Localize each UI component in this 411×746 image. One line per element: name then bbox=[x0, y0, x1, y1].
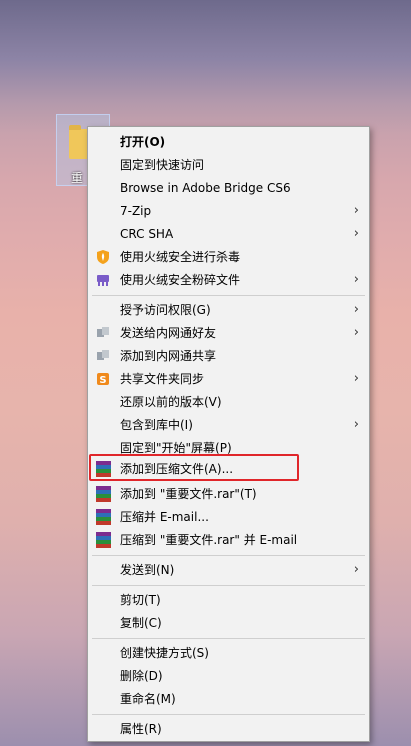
menu-item-create-shortcut[interactable]: 创建快捷方式(S) bbox=[88, 642, 369, 664]
menu-item-compress-email[interactable]: 压缩并 E-mail... bbox=[88, 506, 369, 528]
menu-item-label: 7-Zip bbox=[120, 204, 152, 218]
chevron-right-icon: › bbox=[353, 272, 359, 287]
highlight-box bbox=[89, 454, 299, 481]
menu-item-delete[interactable]: 删除(D) bbox=[88, 665, 369, 687]
menu-item-label: 还原以前的版本(V) bbox=[120, 395, 222, 409]
menu-item-label: 创建快捷方式(S) bbox=[120, 646, 209, 660]
menu-item-label: 重命名(M) bbox=[120, 692, 176, 706]
menu-item-label: 固定到快速访问 bbox=[120, 158, 205, 172]
menu-item-copy[interactable]: 复制(C) bbox=[88, 612, 369, 634]
chevron-right-icon: › bbox=[353, 371, 359, 386]
menu-item-huorong-scan[interactable]: 使用火绒安全进行杀毒 bbox=[88, 246, 369, 268]
menu-item-label: 压缩并 E-mail... bbox=[120, 510, 209, 524]
menu-separator bbox=[92, 638, 365, 639]
menu-item-label: 添加到内网通共享 bbox=[120, 349, 217, 363]
winrar-icon bbox=[96, 486, 111, 502]
menu-item-send-to[interactable]: 发送到(N) › bbox=[88, 559, 369, 581]
menu-item-label: 发送到(N) bbox=[120, 563, 175, 577]
menu-item-huorong-shred[interactable]: 使用火绒安全粉碎文件 › bbox=[88, 269, 369, 291]
menu-item-label: 包含到库中(I) bbox=[120, 418, 193, 432]
shredder-icon bbox=[97, 275, 109, 286]
intranet-icon bbox=[97, 350, 109, 360]
menu-item-properties[interactable]: 属性(R) bbox=[88, 718, 369, 740]
menu-separator bbox=[92, 585, 365, 586]
menu-item-7zip[interactable]: 7-Zip › bbox=[88, 200, 369, 222]
winrar-icon bbox=[96, 509, 111, 525]
menu-item-label: 属性(R) bbox=[120, 722, 162, 736]
menu-item-label: 使用火绒安全进行杀毒 bbox=[120, 250, 241, 264]
svg-text:S: S bbox=[99, 375, 106, 386]
menu-item-label: 打开(O) bbox=[120, 135, 166, 149]
menu-item-label: 授予访问权限(G) bbox=[120, 303, 211, 317]
menu-item-label: 添加到 "重要文件.rar"(T) bbox=[120, 487, 257, 501]
winrar-icon bbox=[96, 532, 111, 548]
chevron-right-icon: › bbox=[353, 203, 359, 218]
menu-item-pin-quick-access[interactable]: 固定到快速访问 bbox=[88, 154, 369, 176]
menu-item-rename[interactable]: 重命名(M) bbox=[88, 688, 369, 710]
menu-item-add-intranet-share[interactable]: 添加到内网通共享 bbox=[88, 345, 369, 367]
menu-item-grant-access[interactable]: 授予访问权限(G) › bbox=[88, 299, 369, 321]
menu-separator bbox=[92, 295, 365, 296]
menu-item-label: 复制(C) bbox=[120, 616, 162, 630]
menu-item-label: 共享文件夹同步 bbox=[120, 372, 205, 386]
menu-item-add-to-rar[interactable]: 添加到 "重要文件.rar"(T) bbox=[88, 483, 369, 505]
chevron-right-icon: › bbox=[353, 562, 359, 577]
chevron-right-icon: › bbox=[353, 417, 359, 432]
chevron-right-icon: › bbox=[353, 325, 359, 340]
chevron-right-icon: › bbox=[353, 226, 359, 241]
menu-separator bbox=[92, 714, 365, 715]
menu-item-crc-sha[interactable]: CRC SHA › bbox=[88, 223, 369, 245]
huorong-shield-icon bbox=[97, 250, 109, 264]
menu-item-share-folder-sync[interactable]: S 共享文件夹同步 › bbox=[88, 368, 369, 390]
menu-item-label: 删除(D) bbox=[120, 669, 163, 683]
menu-item-restore-versions[interactable]: 还原以前的版本(V) bbox=[88, 391, 369, 413]
chevron-right-icon: › bbox=[353, 302, 359, 317]
menu-item-label: 使用火绒安全粉碎文件 bbox=[120, 273, 241, 287]
intranet-icon bbox=[97, 327, 109, 337]
menu-item-open[interactable]: 打开(O) bbox=[88, 131, 369, 153]
menu-item-adobe-bridge[interactable]: Browse in Adobe Bridge CS6 bbox=[88, 177, 369, 199]
menu-item-label: CRC SHA bbox=[120, 227, 174, 241]
context-menu: 打开(O) 固定到快速访问 Browse in Adobe Bridge CS6… bbox=[87, 126, 370, 742]
menu-item-include-library[interactable]: 包含到库中(I) › bbox=[88, 414, 369, 436]
menu-item-compress-rar-email[interactable]: 压缩到 "重要文件.rar" 并 E-mail bbox=[88, 529, 369, 551]
menu-item-cut[interactable]: 剪切(T) bbox=[88, 589, 369, 611]
menu-item-send-intranet-friend[interactable]: 发送给内网通好友 › bbox=[88, 322, 369, 344]
menu-item-label: 剪切(T) bbox=[120, 593, 161, 607]
menu-item-label: Browse in Adobe Bridge CS6 bbox=[120, 181, 291, 195]
menu-item-label: 压缩到 "重要文件.rar" 并 E-mail bbox=[120, 533, 298, 547]
menu-separator bbox=[92, 555, 365, 556]
sync-s-icon: S bbox=[97, 373, 109, 386]
menu-item-label: 发送给内网通好友 bbox=[120, 326, 217, 340]
desktop-folder-label: 重 bbox=[71, 171, 84, 185]
